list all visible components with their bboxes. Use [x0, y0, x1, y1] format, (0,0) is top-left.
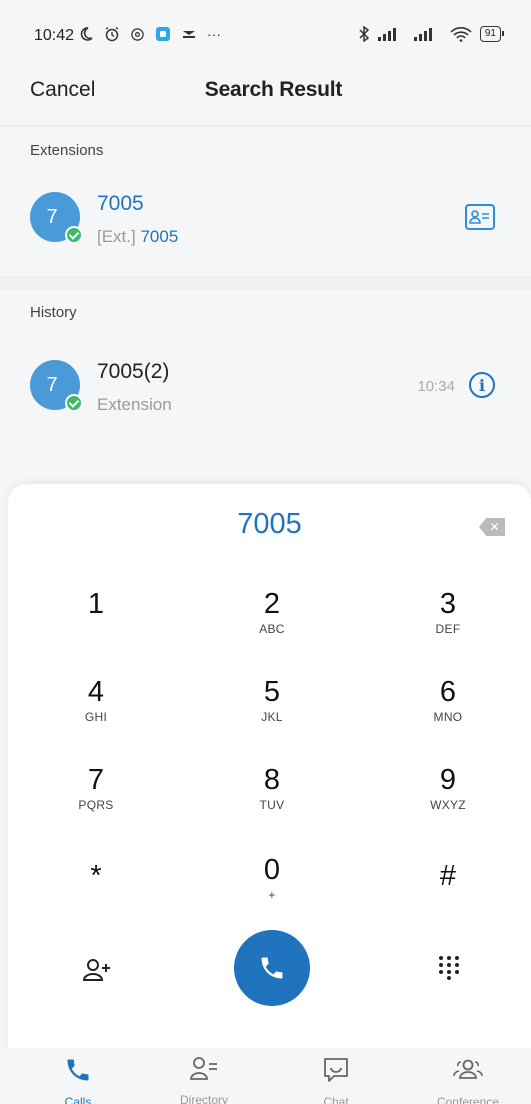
nav-label: Conference: [436, 1095, 500, 1104]
history-time: 10:34: [417, 378, 455, 395]
header-bar: Cancel Search Result: [0, 60, 531, 126]
extension-number: [Ext.] 7005: [97, 227, 178, 247]
add-contact-icon[interactable]: [82, 958, 112, 982]
keypad-icon[interactable]: [436, 954, 462, 980]
dialpad-panel: 7005 ✕ 1 2 ABC 3 DEF 4 GHI 5 JKL 6 MNO 7 PQRS …: [8, 484, 531, 1068]
key-letters: TUV: [259, 798, 285, 812]
nav-conference[interactable]: Conference: [408, 1056, 528, 1104]
avatar: 7: [30, 360, 83, 412]
key-digit: 4: [87, 676, 105, 708]
page-title-text: Search Result: [204, 78, 343, 101]
history-list-item[interactable]: 7 7005(2) Extension 10:34 i: [0, 338, 531, 428]
key-letters: ABC: [259, 622, 285, 636]
history-name: 7005(2): [97, 360, 170, 383]
key-6[interactable]: 6 MNO: [388, 676, 508, 746]
key-letters: WXYZ: [430, 798, 466, 812]
phone-icon: [261, 957, 283, 979]
key-digit: 8: [263, 764, 281, 796]
bottom-nav: Calls Directory Chat Conference: [0, 1048, 531, 1104]
battery-indicator: 91: [479, 26, 505, 42]
nav-calls[interactable]: Calls: [18, 1056, 138, 1104]
extension-prefix: [Ext.]: [97, 227, 136, 246]
key-hash[interactable]: #: [388, 860, 508, 930]
section-label-history: History: [30, 304, 77, 321]
key-letters: +: [268, 888, 276, 902]
conference-icon: [453, 1059, 483, 1079]
directory-icon: [190, 1057, 217, 1080]
key-1[interactable]: 1: [36, 588, 156, 658]
key-digit: 2: [263, 588, 281, 620]
section-label-extensions: Extensions: [30, 142, 104, 159]
more-status-icon: ···: [207, 26, 221, 42]
extension-number-value: 7005: [140, 227, 179, 246]
key-7[interactable]: 7 PQRS: [36, 764, 156, 834]
info-icon[interactable]: i: [469, 372, 495, 398]
chat-icon: [324, 1058, 348, 1082]
key-0[interactable]: 0 +: [212, 854, 332, 924]
key-3[interactable]: 3 DEF: [388, 588, 508, 658]
key-star[interactable]: *: [36, 860, 156, 930]
phone-icon: [67, 1059, 89, 1081]
key-digit: 9: [439, 764, 457, 796]
page-title: Search Result: [0, 78, 531, 102]
bluetooth-icon: [359, 26, 370, 42]
key-digit: #: [439, 860, 457, 892]
dialed-number: 7005: [237, 508, 302, 540]
call-button[interactable]: [234, 930, 310, 1006]
status-time: 10:42: [34, 27, 75, 44]
status-icons: ···: [78, 26, 221, 42]
avatar-initial: 7: [46, 205, 58, 228]
presence-online-icon: [65, 394, 83, 412]
key-digit: 6: [439, 676, 457, 708]
history-subtitle: Extension: [97, 395, 172, 414]
key-9[interactable]: 9 WXYZ: [388, 764, 508, 834]
key-8[interactable]: 8 TUV: [212, 764, 332, 834]
key-letters: DEF: [435, 622, 461, 636]
key-digit: 5: [263, 676, 281, 708]
key-2[interactable]: 2 ABC: [212, 588, 332, 658]
status-bar: 10:42 ··· 91: [0, 0, 531, 60]
contact-name: 7005: [97, 192, 144, 215]
key-letters: PQRS: [78, 798, 114, 812]
key-digit: *: [90, 860, 102, 892]
key-5[interactable]: 5 JKL: [212, 676, 332, 746]
extension-list-item[interactable]: 7 7005 [Ext.] 7005: [0, 172, 531, 262]
key-letters: MNO: [433, 710, 463, 724]
status-right: 91: [358, 26, 505, 42]
signal-icon-2: [413, 28, 432, 41]
wifi-icon: [450, 27, 472, 42]
key-digit: 1: [87, 588, 105, 620]
presence-online-icon: [65, 226, 83, 244]
nav-chat[interactable]: Chat: [276, 1056, 396, 1104]
section-divider: [0, 276, 531, 290]
moon-icon: [80, 27, 93, 41]
contact-card-icon[interactable]: [465, 204, 495, 230]
key-digit: 0: [263, 854, 281, 886]
nav-label: Calls: [64, 1095, 92, 1104]
key-digit: 7: [87, 764, 105, 796]
nav-label: Directory: [179, 1093, 228, 1104]
key-letters: GHI: [84, 710, 108, 724]
alarm-icon: [105, 26, 119, 42]
avatar: 7: [30, 192, 83, 244]
key-4[interactable]: 4 GHI: [36, 676, 156, 746]
nav-label: Chat: [323, 1095, 349, 1104]
key-digit: 3: [439, 588, 457, 620]
nav-directory[interactable]: Directory: [144, 1056, 264, 1104]
app-status-icon: [156, 27, 170, 41]
mail-status-icon: [183, 31, 195, 38]
signal-icon: [377, 28, 396, 41]
key-letters: JKL: [261, 710, 283, 724]
avatar-initial: 7: [46, 373, 58, 396]
settings-status-icon: [131, 27, 144, 41]
